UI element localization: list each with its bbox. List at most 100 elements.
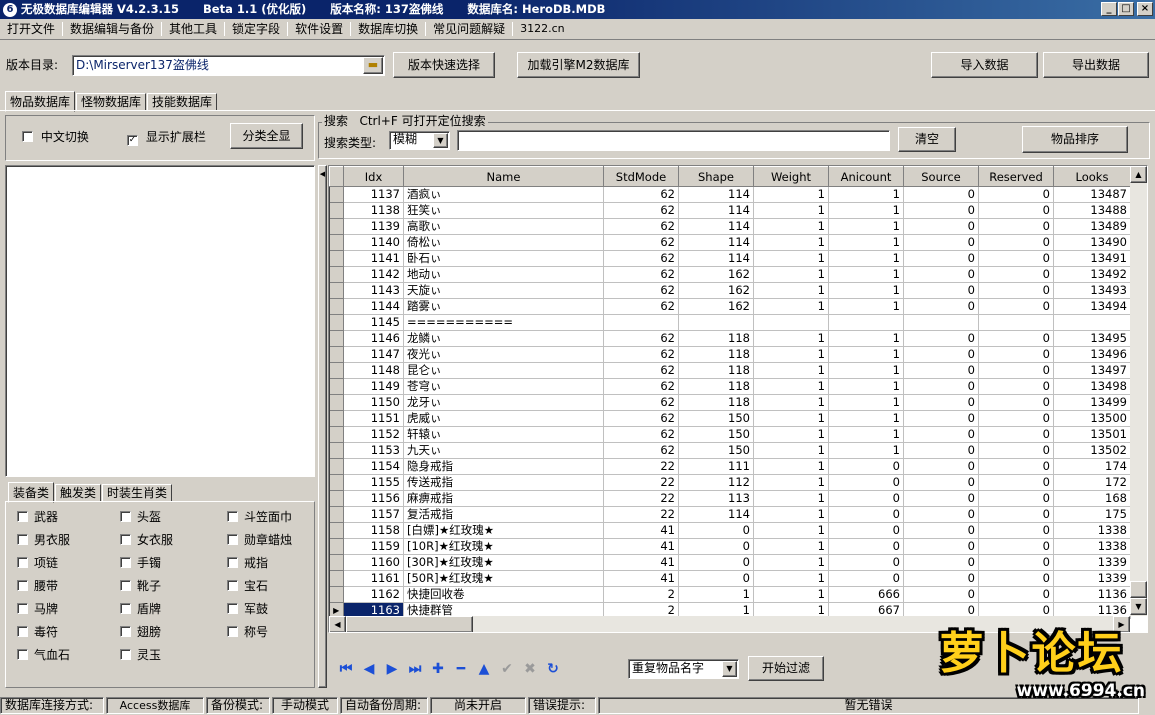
cell-name[interactable]: 龙鳞ぃ: [403, 330, 604, 347]
cell-anicount[interactable]: 666: [828, 586, 904, 603]
cell-anicount[interactable]: 0: [828, 554, 904, 571]
row-indicator[interactable]: [329, 522, 344, 539]
table-row[interactable]: 1149 苍穹ぃ 62 118 1 1 0 0 13498: [329, 378, 1131, 395]
cell-anicount[interactable]: 1: [828, 186, 904, 203]
cell-name[interactable]: 九天ぃ: [403, 442, 604, 459]
category-item[interactable]: 靴子: [120, 577, 227, 595]
cell-looks[interactable]: 13499: [1053, 394, 1131, 411]
cell-anicount[interactable]: 1: [828, 410, 904, 427]
cell-shape[interactable]: 150: [678, 410, 754, 427]
cell-idx[interactable]: 1137: [343, 186, 404, 203]
cell-looks[interactable]: 1338: [1053, 538, 1131, 555]
cell-reserved[interactable]: 0: [978, 522, 1054, 539]
cell-anicount[interactable]: 0: [828, 474, 904, 491]
chinese-switch[interactable]: 中文切换: [22, 128, 89, 145]
cell-source[interactable]: 0: [903, 586, 979, 603]
cell-idx[interactable]: 1147: [343, 346, 404, 363]
cell-weight[interactable]: 1: [753, 394, 829, 411]
cell-shape[interactable]: 111: [678, 458, 754, 475]
cell-idx[interactable]: 1150: [343, 394, 404, 411]
row-indicator[interactable]: [329, 570, 344, 587]
filter-dropdown-icon[interactable]: ▼: [722, 661, 737, 677]
tab-trigger[interactable]: 触发类: [55, 484, 102, 502]
row-indicator[interactable]: [329, 490, 344, 507]
cell-stdmode[interactable]: 62: [603, 266, 679, 283]
column-header-name[interactable]: Name: [403, 166, 604, 187]
category-item[interactable]: 宝石: [227, 577, 317, 595]
row-indicator[interactable]: [329, 410, 344, 427]
cell-shape[interactable]: 113: [678, 490, 754, 507]
table-row[interactable]: 1155 传送戒指 22 112 1 0 0 0 172: [329, 474, 1131, 491]
cell-idx[interactable]: 1138: [343, 202, 404, 219]
cell-weight[interactable]: 1: [753, 458, 829, 475]
cell-name[interactable]: 复活戒指: [403, 506, 604, 523]
column-header-idx[interactable]: Idx: [343, 166, 404, 187]
cell-anicount[interactable]: 1: [828, 218, 904, 235]
scroll-up-icon[interactable]: ▲: [1130, 166, 1147, 183]
cell-shape[interactable]: 1: [678, 586, 754, 603]
cell-stdmode[interactable]: 62: [603, 426, 679, 443]
cell-name[interactable]: 高歌ぃ: [403, 218, 604, 235]
cell-source[interactable]: 0: [903, 234, 979, 251]
cell-shape[interactable]: 150: [678, 426, 754, 443]
cell-weight[interactable]: 1: [753, 506, 829, 523]
menu-open-file[interactable]: 打开文件: [0, 19, 62, 39]
cell-shape[interactable]: 112: [678, 474, 754, 491]
cell-looks[interactable]: 168: [1053, 490, 1131, 507]
cell-looks[interactable]: 1136: [1053, 586, 1131, 603]
cell-name[interactable]: [白嫖]★红玫瑰★: [403, 522, 604, 539]
cell-weight[interactable]: [753, 314, 829, 331]
hscroll-thumb[interactable]: [346, 616, 473, 632]
cell-reserved[interactable]: 0: [978, 362, 1054, 379]
cell-weight[interactable]: 1: [753, 538, 829, 555]
cell-name[interactable]: 倚松ぃ: [403, 234, 604, 251]
row-indicator[interactable]: [329, 426, 344, 443]
cell-stdmode[interactable]: 62: [603, 442, 679, 459]
cell-weight[interactable]: 1: [753, 362, 829, 379]
category-item[interactable]: 马牌: [17, 600, 120, 618]
cell-stdmode[interactable]: 62: [603, 330, 679, 347]
cell-idx[interactable]: 1143: [343, 282, 404, 299]
cell-source[interactable]: 0: [903, 362, 979, 379]
table-row[interactable]: 1160 [30R]★红玫瑰★ 41 0 1 0 0 0 1339: [329, 554, 1131, 571]
cell-reserved[interactable]: 0: [978, 570, 1054, 587]
cell-idx[interactable]: 1148: [343, 362, 404, 379]
cell-reserved[interactable]: 0: [978, 394, 1054, 411]
cell-name[interactable]: 苍穹ぃ: [403, 378, 604, 395]
cell-idx[interactable]: 1156: [343, 490, 404, 507]
table-row[interactable]: 1151 虎威ぃ 62 150 1 1 0 0 13500: [329, 410, 1131, 427]
cell-reserved[interactable]: [978, 314, 1054, 331]
show-ext[interactable]: ✓ 显示扩展栏: [127, 128, 206, 146]
cell-looks[interactable]: 13496: [1053, 346, 1131, 363]
cell-shape[interactable]: 0: [678, 538, 754, 555]
table-row[interactable]: 1140 倚松ぃ 62 114 1 1 0 0 13490: [329, 234, 1131, 251]
cell-idx[interactable]: 1141: [343, 250, 404, 267]
cell-idx[interactable]: 1142: [343, 266, 404, 283]
column-header-source[interactable]: Source: [903, 166, 979, 187]
table-row[interactable]: 1143 天旋ぃ 62 162 1 1 0 0 13493: [329, 282, 1131, 299]
cell-source[interactable]: 0: [903, 570, 979, 587]
last-record-icon[interactable]: ⏭: [405, 659, 425, 679]
cell-anicount[interactable]: 0: [828, 570, 904, 587]
cell-stdmode[interactable]: 22: [603, 506, 679, 523]
cell-shape[interactable]: 118: [678, 394, 754, 411]
start-filter-button[interactable]: 开始过滤: [748, 656, 824, 681]
cell-looks[interactable]: 13487: [1053, 186, 1131, 203]
cell-idx[interactable]: 1140: [343, 234, 404, 251]
category-item[interactable]: 翅膀: [120, 623, 227, 641]
cell-anicount[interactable]: 0: [828, 522, 904, 539]
row-indicator[interactable]: [329, 474, 344, 491]
row-indicator[interactable]: [329, 346, 344, 363]
cell-anicount[interactable]: 1: [828, 378, 904, 395]
cell-name[interactable]: 麻痹戒指: [403, 490, 604, 507]
row-indicator[interactable]: [329, 314, 344, 331]
cell-stdmode[interactable]: [603, 314, 679, 331]
cell-idx[interactable]: 1161: [343, 570, 404, 587]
cell-anicount[interactable]: 1: [828, 394, 904, 411]
first-record-icon[interactable]: ⏮: [336, 659, 356, 679]
category-item[interactable]: 武器: [17, 508, 120, 526]
table-row[interactable]: 1144 踏雾ぃ 62 162 1 1 0 0 13494: [329, 298, 1131, 315]
category-item[interactable]: 戒指: [227, 554, 317, 572]
cell-stdmode[interactable]: 41: [603, 554, 679, 571]
cell-source[interactable]: 0: [903, 394, 979, 411]
